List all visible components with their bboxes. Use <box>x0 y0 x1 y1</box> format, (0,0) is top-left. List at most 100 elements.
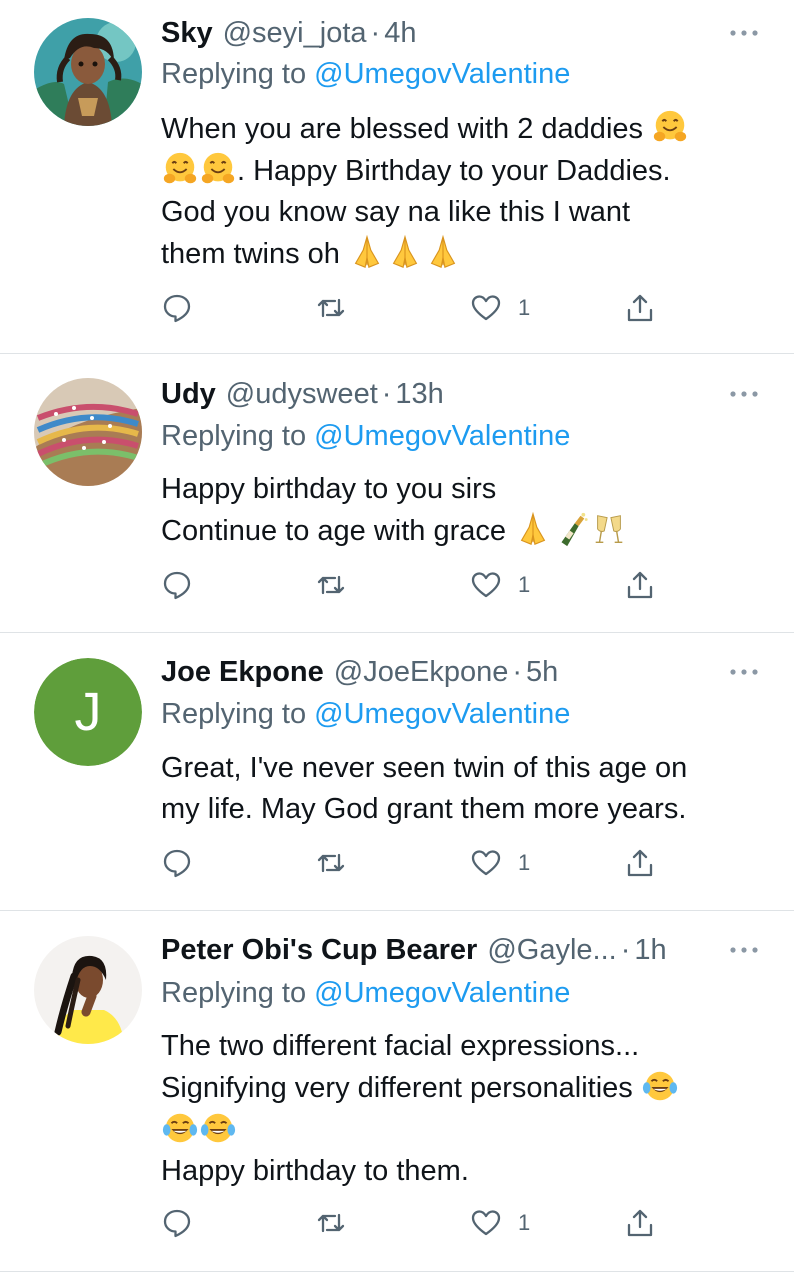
tweet-text-line: . Happy Birthday to your Daddies. <box>161 150 761 192</box>
replying-to-label: Replying to <box>161 698 315 730</box>
reply-icon <box>163 571 191 600</box>
clinking-glasses-emoji <box>590 510 628 548</box>
replying-to-label: Replying to <box>161 58 315 90</box>
replying-to: Replying to @UmegovValentine <box>161 54 570 94</box>
username-handle[interactable]: @Gayle... <box>487 930 616 970</box>
username-handle[interactable]: @JoeEkpone <box>334 652 509 692</box>
text-segment: them twins oh <box>161 238 340 270</box>
like-icon <box>471 850 501 876</box>
face-with-tears-of-joy-emoji <box>199 1109 237 1147</box>
username-handle[interactable]: @seyi_jota <box>223 13 367 53</box>
tweet-text-line: Great, I've never seen twin of this age … <box>161 752 688 784</box>
tweet-text-line: Happy birthday to you sirs <box>161 473 497 505</box>
more-icon <box>730 947 758 953</box>
replying-to-mention[interactable]: @UmegovValentine <box>314 58 570 90</box>
timestamp[interactable]: 1h <box>634 930 666 970</box>
share-button[interactable] <box>624 843 656 883</box>
avatar[interactable] <box>34 18 142 126</box>
avatar[interactable] <box>34 936 142 1044</box>
reply-button[interactable] <box>161 565 209 605</box>
replying-to: Replying to @UmegovValentine <box>161 973 570 1013</box>
share-button[interactable] <box>624 1203 656 1243</box>
more-icon <box>730 391 758 397</box>
retweet-button[interactable] <box>315 1203 363 1243</box>
replying-to-label: Replying to <box>161 420 315 452</box>
retweet-button[interactable] <box>315 843 363 883</box>
tweet-joe-ekpone[interactable]: J Joe Ekpone @JoeEkpone · 5h Replying to… <box>0 633 794 910</box>
replying-to-mention[interactable]: @UmegovValentine <box>314 420 570 452</box>
display-name[interactable]: Udy <box>161 374 216 414</box>
share-icon <box>627 571 653 599</box>
text-segment: When you are blessed with 2 daddies <box>161 113 644 145</box>
tweet-header: Joe Ekpone @JoeEkpone · 5h <box>161 652 764 692</box>
folded-hands-emoji <box>424 233 462 271</box>
tweet-actions: 1 <box>161 288 661 328</box>
replying-to-mention[interactable]: @UmegovValentine <box>314 698 570 730</box>
avatar-initial: J <box>34 658 142 766</box>
tweet-peter-obis-cup-bearer[interactable]: Peter Obi's Cup Bearer @Gayle... · 1h Re… <box>0 911 794 1271</box>
folded-hands-emoji <box>386 233 424 271</box>
like-icon <box>471 1210 501 1236</box>
tweet-sky[interactable]: Sky @seyi_jota · 4h Replying to @UmegovV… <box>0 0 794 353</box>
like-button[interactable]: 1 <box>470 843 530 883</box>
retweet-button[interactable] <box>315 565 363 605</box>
retweet-button[interactable] <box>315 288 363 328</box>
folded-hands-emoji <box>514 510 552 548</box>
share-button[interactable] <box>624 565 656 605</box>
display-name[interactable]: Joe Ekpone <box>161 652 324 692</box>
tweet-text-line: When you are blessed with 2 daddies <box>161 108 761 150</box>
separator-dot: · <box>381 378 392 410</box>
display-name[interactable]: Peter Obi's Cup Bearer <box>161 930 477 970</box>
reply-button[interactable] <box>161 843 209 883</box>
tweet-text-line: The two different facial expressions... <box>161 1030 640 1062</box>
share-button[interactable] <box>624 288 656 328</box>
avatar[interactable]: J <box>34 658 142 766</box>
tweet-divider <box>0 1271 794 1272</box>
like-icon <box>471 295 501 321</box>
avatar-udy-image <box>34 378 142 486</box>
more-options-button[interactable] <box>724 13 764 53</box>
tweet-text-line: Continue to age with grace <box>161 510 761 552</box>
tweet-text-line <box>161 1109 761 1151</box>
tweet-header: Peter Obi's Cup Bearer @Gayle... · 1h <box>161 930 764 970</box>
timestamp[interactable]: 13h <box>395 374 443 414</box>
timestamp[interactable]: 4h <box>384 13 416 53</box>
like-count: 1 <box>518 295 531 320</box>
retweet-icon <box>317 298 345 318</box>
tweet-text: Happy birthday to you sirs Continue to a… <box>161 469 761 552</box>
reply-button[interactable] <box>161 1203 209 1243</box>
retweet-icon <box>317 575 345 595</box>
like-button[interactable]: 1 <box>470 288 530 328</box>
tweet-actions: 1 <box>161 1203 661 1243</box>
replying-to-mention[interactable]: @UmegovValentine <box>314 977 570 1009</box>
retweet-icon <box>317 1213 345 1233</box>
display-name[interactable]: Sky <box>161 13 213 53</box>
share-icon <box>627 294 653 322</box>
share-icon <box>627 1209 653 1237</box>
tweet-text-line: God you know say na like this I want <box>161 196 631 228</box>
more-options-button[interactable] <box>724 374 764 414</box>
tweet-text-line: Signifying very different personalities <box>161 1067 761 1109</box>
replying-to-label: Replying to <box>161 977 315 1009</box>
reply-icon <box>163 294 191 323</box>
more-options-button[interactable] <box>724 652 764 692</box>
avatar[interactable] <box>34 378 142 486</box>
like-button[interactable]: 1 <box>470 565 530 605</box>
tweet-text-line: them twins oh <box>161 233 761 275</box>
hugging-face-emoji <box>199 150 237 188</box>
like-count: 1 <box>518 850 531 875</box>
tweet-udy[interactable]: Udy @udysweet · 13h Replying to @UmegovV… <box>0 354 794 632</box>
folded-hands-emoji <box>348 233 386 271</box>
username-handle[interactable]: @udysweet <box>226 374 378 414</box>
like-button[interactable]: 1 <box>470 1203 530 1243</box>
retweet-icon <box>317 853 345 873</box>
separator-dot: · <box>370 17 381 49</box>
timestamp[interactable]: 5h <box>526 652 558 692</box>
tweet-actions: 1 <box>161 843 661 883</box>
more-options-button[interactable] <box>724 930 764 970</box>
share-icon <box>627 849 653 877</box>
hugging-face-emoji <box>161 150 199 188</box>
tweet-header: Sky @seyi_jota · 4h <box>161 13 764 53</box>
tweet-text-line: Happy birthday to them. <box>161 1155 469 1187</box>
reply-button[interactable] <box>161 288 209 328</box>
